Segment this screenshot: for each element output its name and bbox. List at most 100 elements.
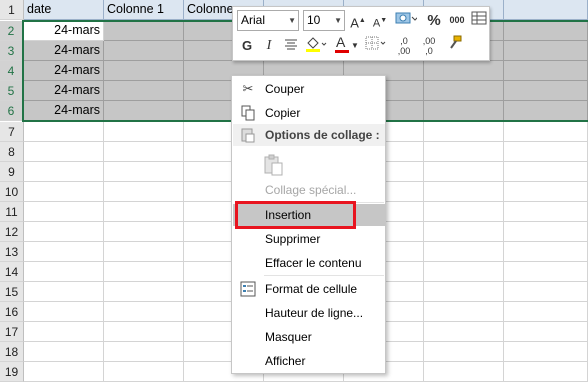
row-header[interactable]: 12 <box>0 222 24 242</box>
cell[interactable] <box>24 182 104 202</box>
cell[interactable] <box>424 142 504 162</box>
font-name-combo[interactable]: Arial ▼ <box>237 10 299 31</box>
cell[interactable] <box>424 342 504 362</box>
cell[interactable] <box>504 122 588 142</box>
row-header[interactable]: 14 <box>0 262 24 282</box>
cell[interactable] <box>504 282 588 302</box>
cell[interactable] <box>504 0 588 20</box>
font-color-icon[interactable]: A ▼ <box>333 34 359 56</box>
align-center-icon[interactable] <box>281 35 301 56</box>
row-header[interactable]: 13 <box>0 242 24 262</box>
thousands-separator-icon[interactable]: 000 <box>447 10 467 31</box>
menu-item-masquer[interactable]: Masquer <box>233 326 385 348</box>
cell[interactable] <box>24 142 104 162</box>
cell[interactable] <box>104 21 184 41</box>
cell[interactable] <box>104 61 184 81</box>
cell[interactable] <box>104 322 184 342</box>
menu-item-collage-special[interactable]: Collage spécial... <box>233 179 385 201</box>
format-painter-icon[interactable] <box>445 35 465 56</box>
cell[interactable] <box>24 282 104 302</box>
cell[interactable] <box>504 162 588 182</box>
cell[interactable] <box>504 362 588 382</box>
cell[interactable] <box>424 122 504 142</box>
increase-decimal-icon[interactable]: ,0 ,00 <box>393 35 415 56</box>
row-header[interactable]: 15 <box>0 282 24 302</box>
font-size-combo[interactable]: 10 ▼ <box>303 10 345 31</box>
italic-icon[interactable]: I <box>259 35 279 56</box>
cell[interactable] <box>504 41 588 61</box>
cell[interactable] <box>24 222 104 242</box>
row-header[interactable]: 10 <box>0 182 24 202</box>
row-header[interactable]: 11 <box>0 202 24 222</box>
date-cell[interactable]: 24-mars <box>24 21 104 41</box>
cell[interactable] <box>504 101 588 121</box>
date-cell[interactable]: 24-mars <box>24 41 104 61</box>
cell[interactable] <box>504 21 588 41</box>
cell[interactable] <box>104 302 184 322</box>
cell[interactable] <box>104 282 184 302</box>
menu-item-hauteur-ligne[interactable]: Hauteur de ligne... <box>233 302 385 324</box>
cell[interactable] <box>424 362 504 382</box>
cell[interactable] <box>104 122 184 142</box>
cell[interactable] <box>104 81 184 101</box>
row-header[interactable]: 9 <box>0 162 24 182</box>
cell[interactable] <box>504 342 588 362</box>
row-header[interactable]: 18 <box>0 342 24 362</box>
cell[interactable] <box>24 262 104 282</box>
cell[interactable] <box>24 362 104 382</box>
cell-a1[interactable]: date <box>24 0 104 20</box>
cell[interactable] <box>504 142 588 162</box>
fill-color-icon[interactable] <box>303 35 329 56</box>
row-header[interactable]: 3 <box>0 41 24 61</box>
cell[interactable] <box>104 182 184 202</box>
cell[interactable] <box>24 322 104 342</box>
cell[interactable] <box>504 262 588 282</box>
decrease-font-icon[interactable]: A▼ <box>370 10 390 31</box>
increase-font-icon[interactable]: A▲ <box>348 10 368 31</box>
menu-item-effacer-contenu[interactable]: Effacer le contenu <box>233 252 385 274</box>
row-header[interactable]: 2 <box>0 21 24 41</box>
cell[interactable] <box>424 262 504 282</box>
menu-item-insertion[interactable]: Insertion <box>233 204 385 226</box>
cell[interactable] <box>424 282 504 302</box>
cell[interactable] <box>104 202 184 222</box>
cell[interactable] <box>24 122 104 142</box>
cell[interactable] <box>24 242 104 262</box>
date-cell[interactable]: 24-mars <box>24 101 104 121</box>
menu-item-format-cellule[interactable]: Format de cellule <box>233 278 385 300</box>
format-table-icon[interactable] <box>469 10 489 31</box>
cell[interactable] <box>104 342 184 362</box>
cell[interactable] <box>424 302 504 322</box>
menu-item-afficher[interactable]: Afficher <box>233 350 385 372</box>
accounting-format-icon[interactable] <box>393 10 419 31</box>
cell[interactable] <box>424 61 504 81</box>
cell[interactable] <box>504 61 588 81</box>
cell[interactable] <box>104 362 184 382</box>
cell[interactable] <box>504 242 588 262</box>
borders-icon[interactable] <box>363 35 389 56</box>
bold-icon[interactable]: G <box>237 35 257 56</box>
cell-b1[interactable]: Colonne 1 <box>104 0 184 20</box>
cell[interactable] <box>104 162 184 182</box>
menu-item-copier[interactable]: Copier <box>233 102 385 124</box>
cell[interactable] <box>424 81 504 101</box>
decrease-decimal-icon[interactable]: ,00 ,0 <box>418 35 440 56</box>
cell[interactable] <box>424 222 504 242</box>
cell[interactable] <box>104 262 184 282</box>
cell[interactable] <box>24 302 104 322</box>
cell[interactable] <box>24 202 104 222</box>
row-header[interactable]: 17 <box>0 322 24 342</box>
percent-icon[interactable]: % <box>424 10 444 31</box>
cell[interactable] <box>104 101 184 121</box>
cell[interactable] <box>104 222 184 242</box>
row-header[interactable]: 5 <box>0 81 24 101</box>
cell[interactable] <box>504 302 588 322</box>
cell[interactable] <box>424 182 504 202</box>
menu-item-couper[interactable]: ✂ Couper <box>233 78 385 100</box>
cell[interactable] <box>504 322 588 342</box>
cell[interactable] <box>504 81 588 101</box>
menu-item-supprimer[interactable]: Supprimer <box>233 228 385 250</box>
cell[interactable] <box>504 182 588 202</box>
menu-item-paste-button[interactable] <box>233 150 385 178</box>
cell[interactable] <box>104 142 184 162</box>
